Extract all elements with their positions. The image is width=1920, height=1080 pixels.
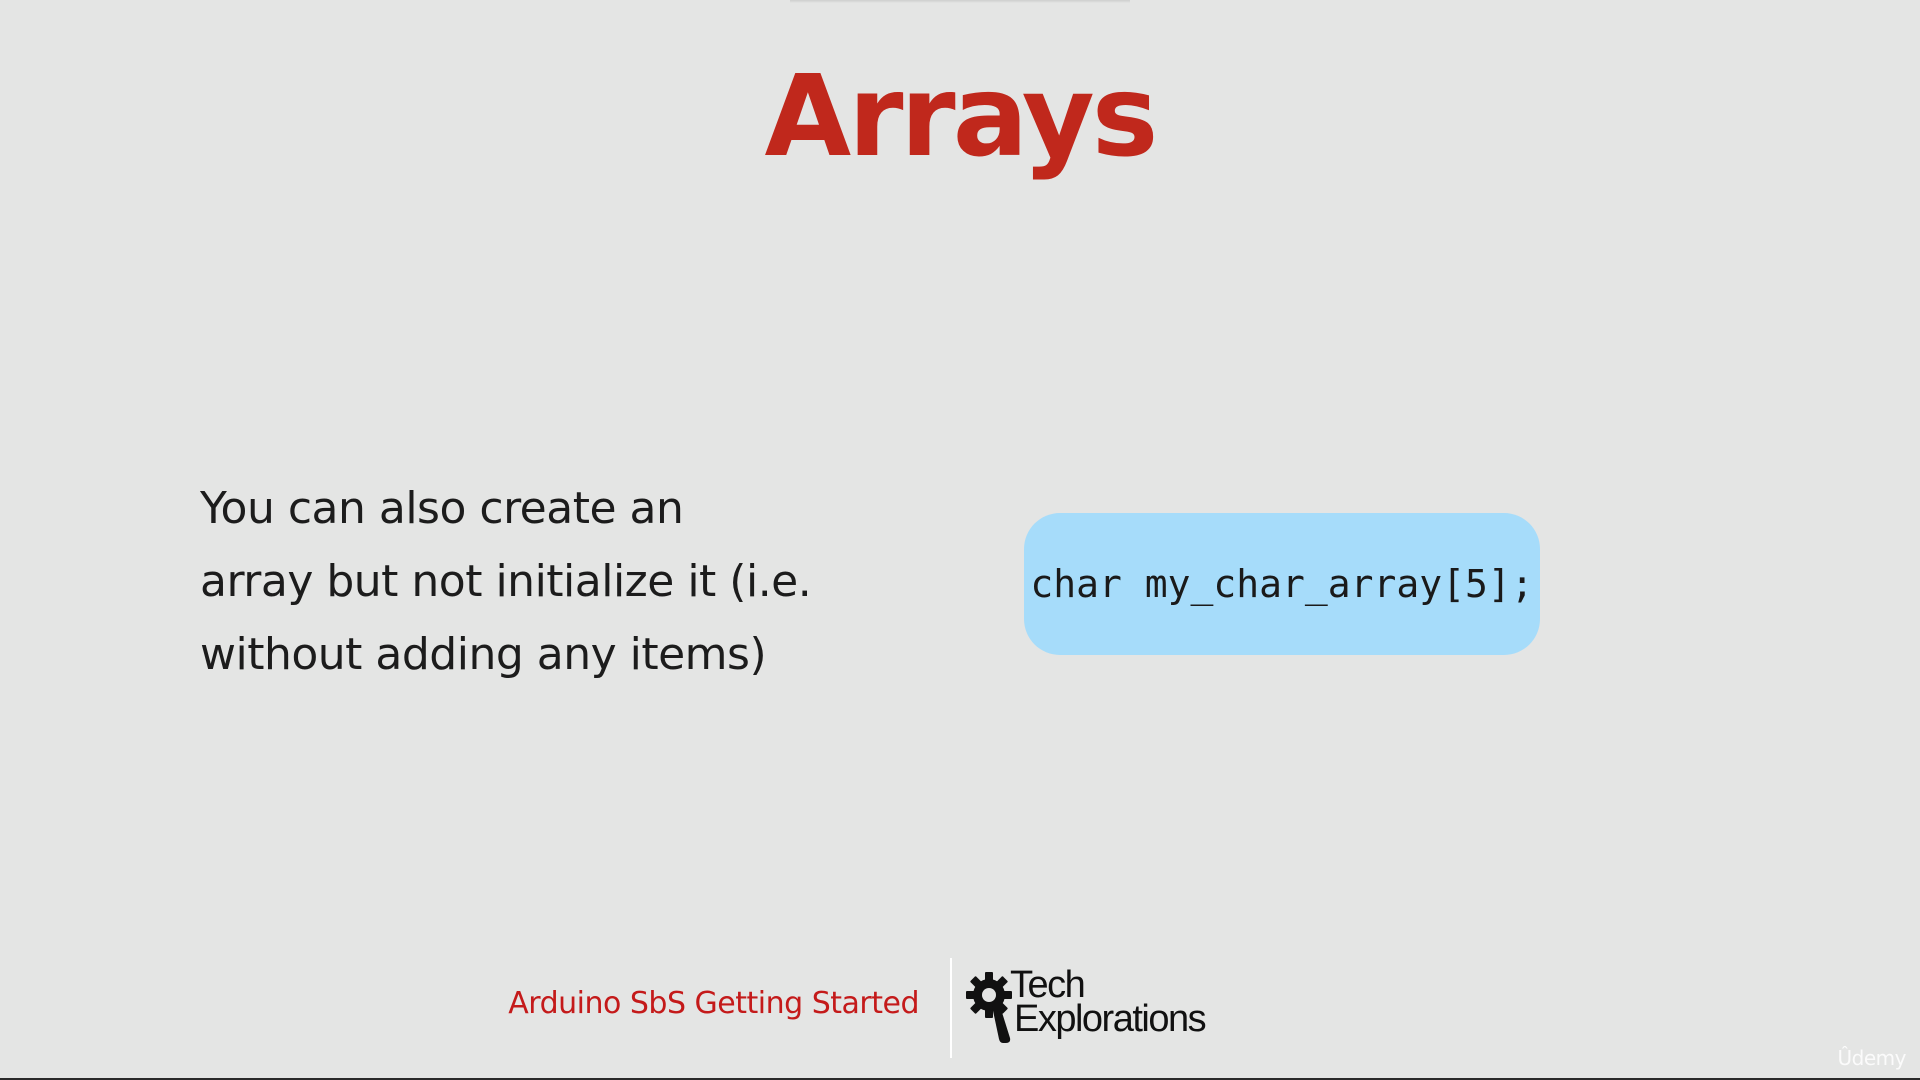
body-line: You can also create an [200,483,684,534]
code-snippet: char my_char_array[5]; [1030,562,1534,606]
logo-line2: Explorations [1014,998,1207,1040]
footer-divider [950,958,952,1058]
body-line: array but not initialize it (i.e. [200,556,812,607]
tech-explorations-logo: Tech Explorations [966,964,1246,1048]
top-edge-shadow [790,0,1130,3]
udemy-watermark: Ûdemy [1837,1046,1907,1070]
slide-body-text: You can also create an array but not ini… [200,472,820,691]
code-snippet-box: char my_char_array[5]; [1024,513,1540,655]
logo-line1: Tech [1010,964,1086,1006]
body-line: without adding any items) [200,629,767,680]
slide-title: Arrays [764,52,1159,182]
gear-magnifier-icon [966,972,1012,1043]
course-name: Arduino SbS Getting Started [508,986,919,1021]
logo-wordmark: Tech Explorations [1010,964,1207,1040]
